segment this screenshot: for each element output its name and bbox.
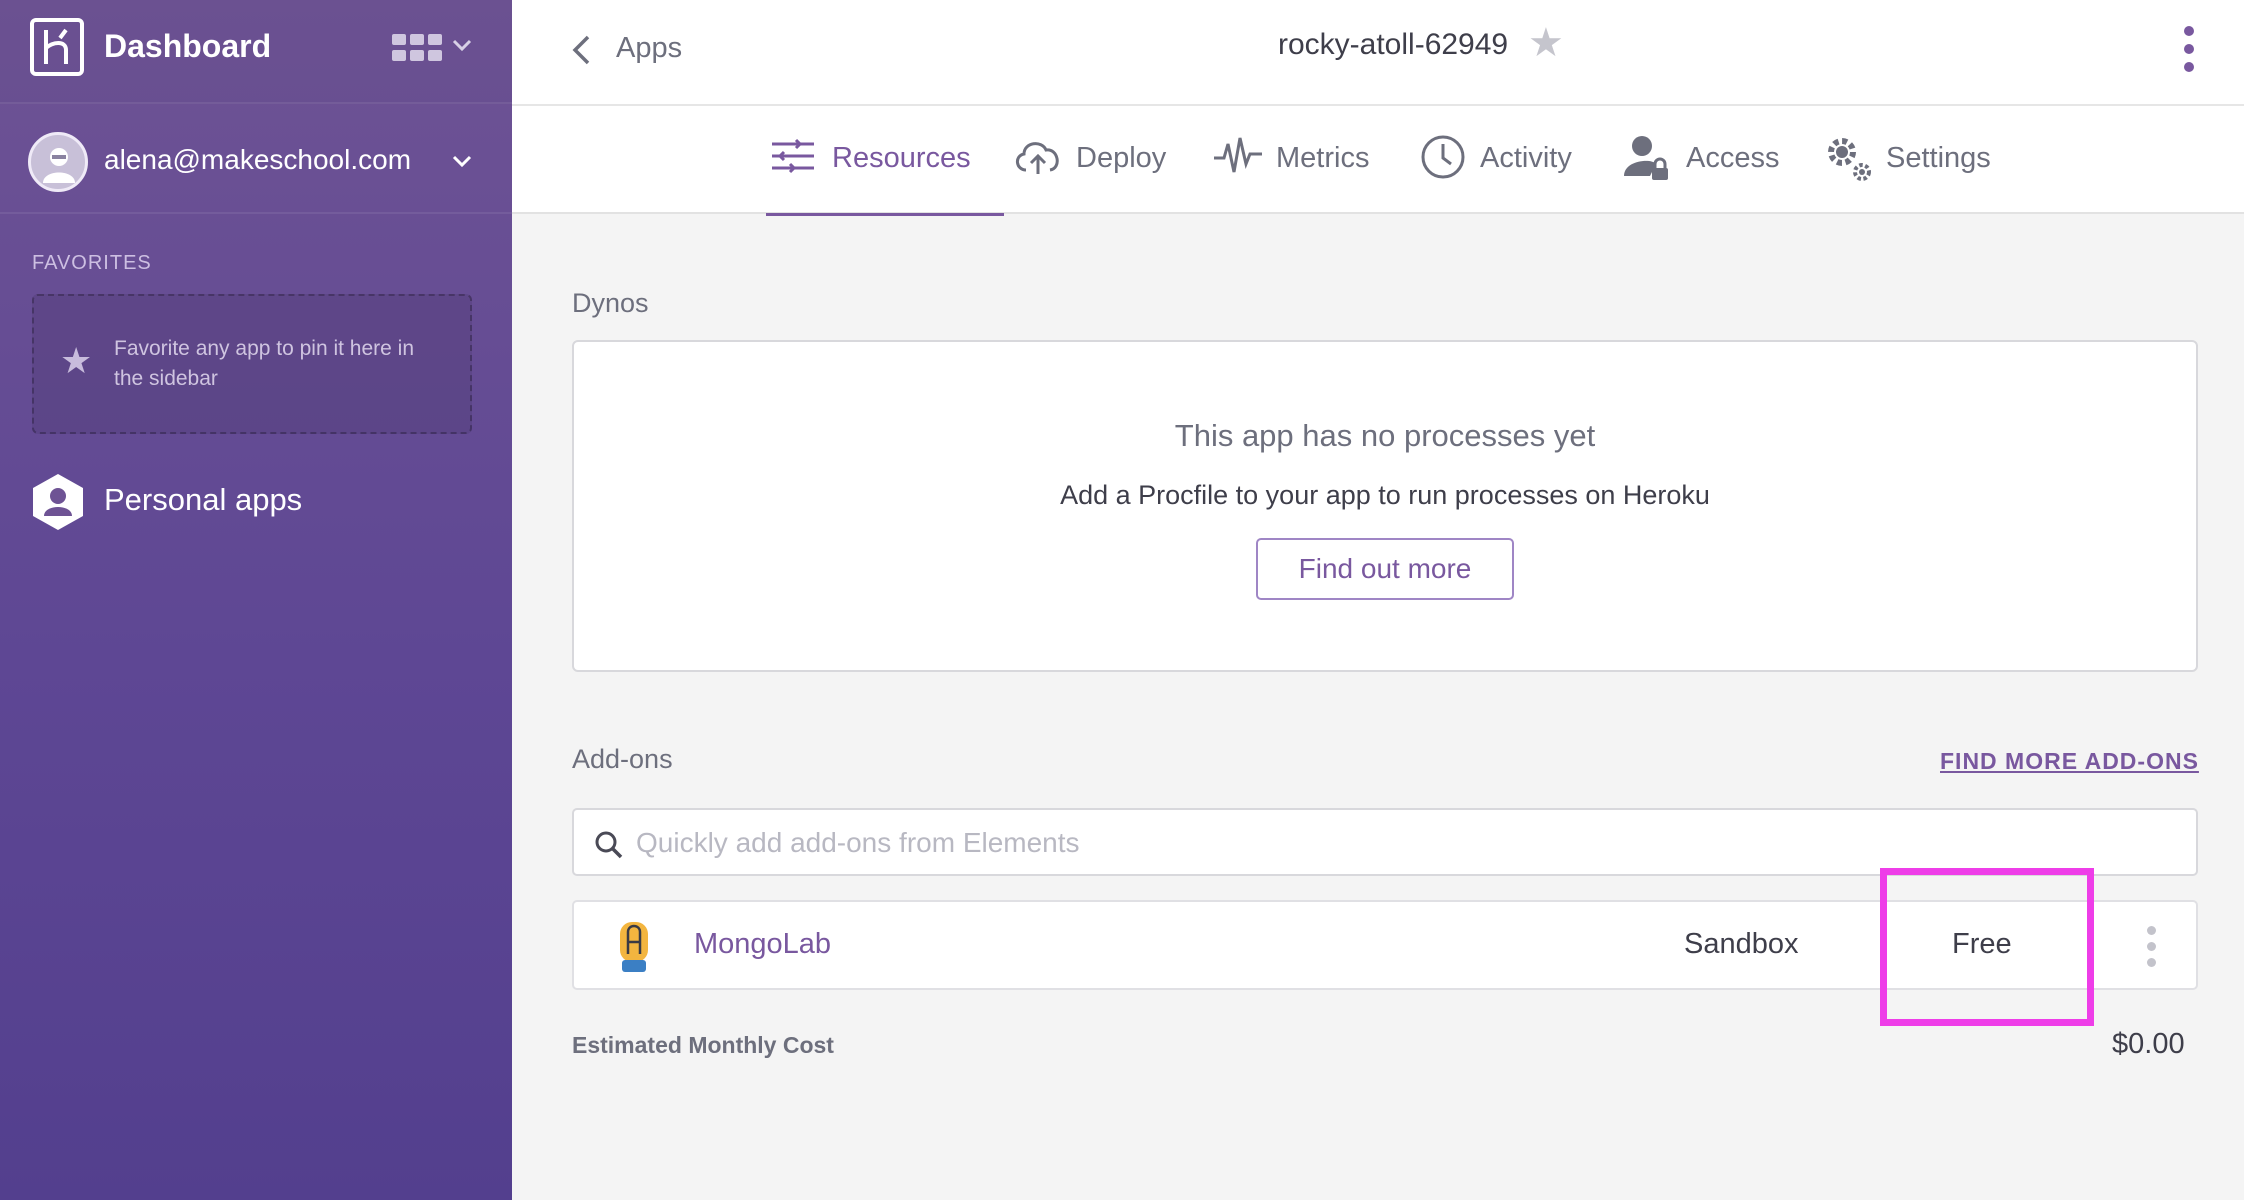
chevron-down-icon[interactable] [452,154,472,168]
highlight-box [1880,868,2094,1026]
star-icon: ★ [60,340,93,381]
sidebar: Dashboard alena@makeschool.com FAVORITES… [0,0,512,1200]
resources-icon [772,138,814,174]
find-out-more-button[interactable]: Find out more [1256,538,1514,600]
favorites-label: FAVORITES [32,252,152,274]
clock-icon [1421,135,1465,179]
app-name: rocky-atoll-62949 [1278,28,1509,61]
tab-metrics[interactable]: Metrics [1212,106,1392,214]
user-lock-icon [1624,136,1668,180]
sidebar-item-label: Personal apps [104,482,303,517]
avatar [28,132,88,192]
chevron-left-icon [572,35,590,65]
tab-activity[interactable]: Activity [1420,106,1590,214]
gears-icon [1828,138,1871,181]
tab-deploy[interactable]: Deploy [1012,106,1178,214]
tab-label: Metrics [1276,142,1370,174]
addons-section-title: Add-ons [572,744,673,774]
tab-label: Resources [832,142,971,174]
addon-name-link[interactable]: MongoLab [694,928,831,961]
favorites-hint: Favorite any app to pin it here in the s… [114,337,415,390]
tab-resources[interactable]: Resources [766,106,1004,216]
cloud-upload-icon [1016,142,1059,174]
tab-label: Access [1686,142,1780,174]
chevron-down-icon[interactable] [452,38,472,52]
addon-search-field[interactable] [572,808,2198,876]
back-label: Apps [616,32,683,64]
mongolab-logo-icon [620,922,648,972]
tab-access[interactable]: Access [1622,106,1792,214]
app-header: Apps rocky-atoll-62949 ★ [512,0,2244,106]
addon-options-icon[interactable] [2144,926,2160,968]
favorites-dropzone: ★ Favorite any app to pin it here in the… [32,294,472,434]
sidebar-item-personal-apps[interactable]: Personal apps [30,472,470,532]
tab-label: Activity [1480,142,1572,174]
dynos-empty-state: This app has no processes yet Add a Proc… [572,340,2198,672]
addon-search-input[interactable] [636,820,2136,866]
search-icon [595,831,623,859]
main-content: Apps rocky-atoll-62949 ★ Resources Deplo… [512,0,2244,1200]
tab-label: Deploy [1076,142,1167,174]
dynos-section-title: Dynos [572,288,649,318]
heroku-logo-icon[interactable] [30,18,84,76]
favorite-star-icon[interactable]: ★ [1528,20,1564,66]
tab-bar: Resources Deploy Metrics Activity Access… [512,106,2244,216]
estimated-cost-value: $0.00 [2112,1028,2185,1060]
dynos-empty-heading: This app has no processes yet [1174,418,1596,453]
more-options-icon[interactable] [2180,24,2200,74]
addon-plan: Sandbox [1684,928,1799,960]
user-hexagon-icon [33,474,83,530]
estimated-cost-label: Estimated Monthly Cost [572,1032,834,1058]
account-email: alena@makeschool.com [104,144,412,175]
apps-grid-icon[interactable] [392,34,442,64]
sidebar-header: Dashboard [0,0,512,104]
tab-settings[interactable]: Settings [1824,106,2014,214]
account-switcher[interactable]: alena@makeschool.com [0,104,512,214]
pulse-icon [1214,137,1262,173]
find-more-addons-link[interactable]: FIND MORE ADD-ONS [1940,748,2199,775]
tab-label: Settings [1886,142,1991,174]
dynos-empty-text: Add a Procfile to your app to run proces… [1060,480,1710,510]
dashboard-title[interactable]: Dashboard [104,28,271,65]
